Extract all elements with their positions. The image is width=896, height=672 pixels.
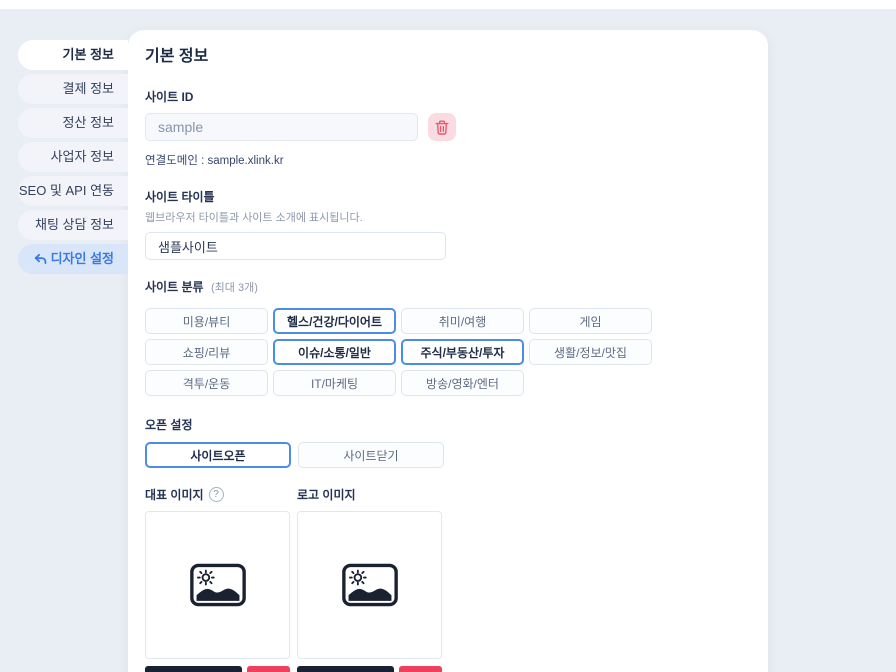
open-setting-label: 오픈 설정 (145, 416, 748, 433)
back-arrow-icon (34, 253, 47, 265)
sidebar-item-label: 디자인 설정 (51, 244, 114, 274)
logo-image-label: 로고 이미지 (297, 486, 356, 503)
sidebar: 기본 정보결제 정보정산 정보사업자 정보 SEO 및 API 연동채팅 상담 정… (18, 40, 128, 274)
sidebar-item-business-info[interactable]: 사업자 정보 (18, 142, 128, 172)
site-title-input[interactable] (145, 232, 446, 260)
trash-icon (435, 120, 449, 135)
site-title-section: 사이트 타이틀 웹브라우저 타이틀과 사이트 소개에 표시됩니다. (145, 188, 748, 260)
open-setting-option[interactable]: 사이트닫기 (298, 442, 444, 468)
site-id-section: 사이트 ID 연결도메인 : sa (145, 88, 748, 168)
open-setting-section: 오픈 설정 사이트오픈 사이트닫기 (145, 416, 748, 468)
category-option[interactable]: 게임 (529, 308, 652, 334)
image-placeholder-icon (342, 563, 398, 607)
sidebar-item-seo-api[interactable]: SEO 및 API 연동 (18, 176, 128, 206)
site-category-section: 사이트 분류 (최대 3개) 미용/뷰티헬스/건강/다이어트취미/여행게임쇼핑/… (145, 278, 748, 396)
top-strip (0, 0, 896, 9)
open-setting-option[interactable]: 사이트오픈 (145, 442, 291, 468)
category-option[interactable]: 이슈/소통/일반 (273, 339, 396, 365)
category-option[interactable]: 취미/여행 (401, 308, 524, 334)
sidebar-item-basic-info[interactable]: 기본 정보 (18, 40, 128, 70)
category-option[interactable]: 주식/부동산/투자 (401, 339, 524, 365)
category-option[interactable]: 헬스/건강/다이어트 (273, 308, 396, 334)
category-option[interactable]: 생활/정보/맛집 (529, 339, 652, 365)
site-id-input[interactable] (145, 113, 418, 141)
sidebar-item-settle-info[interactable]: 정산 정보 (18, 108, 128, 138)
sidebar-item-label: 사업자 정보 (51, 142, 114, 172)
open-setting-options: 사이트오픈 사이트닫기 (145, 442, 748, 468)
site-title-help: 웹브라우저 타이틀과 사이트 소개에 표시됩니다. (145, 209, 748, 225)
category-grid: 미용/뷰티헬스/건강/다이어트취미/여행게임쇼핑/리뷰이슈/소통/일반주식/부동… (145, 308, 665, 396)
category-option[interactable]: 격투/운동 (145, 370, 268, 396)
logo-image-delete-button[interactable]: 삭제 (399, 666, 442, 672)
help-question-icon[interactable]: ? (209, 487, 224, 502)
category-option[interactable]: 미용/뷰티 (145, 308, 268, 334)
images-section: 대표 이미지 ? 로고 이미지 (145, 486, 748, 672)
page-title: 기본 정보 (145, 42, 748, 66)
category-option[interactable]: 쇼핑/리뷰 (145, 339, 268, 365)
sidebar-item-label: 채팅 상담 정보 (35, 210, 114, 240)
category-option[interactable]: IT/마케팅 (273, 370, 396, 396)
basic-info-card: 기본 정보 사이트 ID (128, 30, 768, 672)
rep-image-delete-button[interactable]: 삭제 (247, 666, 290, 672)
sidebar-item-label: 기본 정보 (63, 40, 114, 70)
logo-image-dropzone[interactable] (297, 511, 442, 659)
settings-page: 기본 정보결제 정보정산 정보사업자 정보 SEO 및 API 연동채팅 상담 정… (0, 0, 896, 672)
category-label: 사이트 분류 (145, 280, 204, 294)
sidebar-item-design-setting[interactable]: 디자인 설정 (18, 244, 128, 274)
site-title-label: 사이트 타이틀 (145, 188, 748, 205)
sidebar-item-label: 정산 정보 (63, 108, 114, 138)
site-id-label: 사이트 ID (145, 88, 748, 105)
image-placeholder-icon (190, 563, 246, 607)
sidebar-item-chat-info[interactable]: 채팅 상담 정보 (18, 210, 128, 240)
rep-image-dropzone[interactable] (145, 511, 290, 659)
sidebar-item-payment-info[interactable]: 결제 정보 (18, 74, 128, 104)
delete-site-id-button[interactable] (428, 113, 456, 141)
connected-domain-note: 연결도메인 : sample.xlink.kr (145, 152, 748, 168)
rep-image-label: 대표 이미지 (145, 486, 204, 503)
sidebar-item-label: SEO 및 API 연동 (19, 176, 114, 206)
logo-image-file-select-button[interactable]: 파일선택 (297, 666, 394, 672)
sidebar-item-label: 결제 정보 (63, 74, 114, 104)
rep-image-file-select-button[interactable]: 파일선택 (145, 666, 242, 672)
category-label-suffix: (최대 3개) (211, 282, 258, 294)
category-option[interactable]: 방송/영화/엔터 (401, 370, 524, 396)
